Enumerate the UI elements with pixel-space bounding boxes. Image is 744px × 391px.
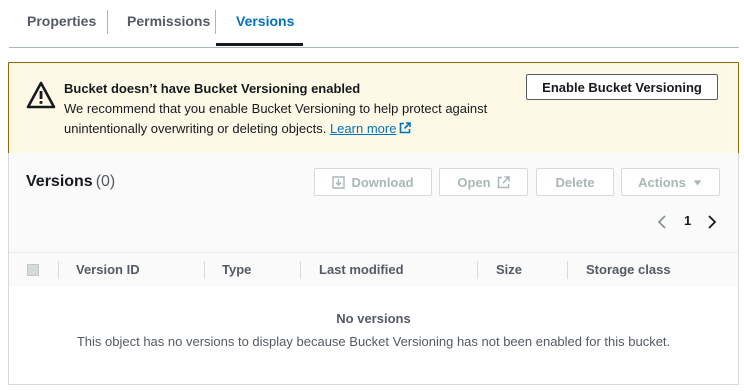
download-button[interactable]: Download [314,168,432,196]
column-version-id[interactable]: Version ID [76,253,140,287]
empty-state-title: No versions [336,311,411,326]
tab-permissions[interactable]: Permissions [127,0,210,46]
learn-more-link[interactable]: Learn more [330,121,412,136]
table-header: Version ID Type Last modified Size Stora… [9,252,738,288]
download-label: Download [351,174,414,190]
active-tab-indicator [216,43,303,46]
versioning-warning-banner: Bucket doesn’t have Bucket Versioning en… [8,62,739,155]
select-all-checkbox[interactable] [27,264,39,276]
empty-state-message: This object has no versions to display b… [76,334,671,349]
open-button[interactable]: Open [439,168,528,196]
column-divider [567,261,568,279]
column-divider [300,261,301,279]
column-size[interactable]: Size [496,253,522,287]
tab-versions[interactable]: Versions [236,0,294,46]
banner-message: We recommend that you enable Bucket Vers… [64,99,504,139]
download-icon [332,175,346,189]
tab-bar: Properties Permissions Versions [9,0,739,48]
open-label: Open [457,174,491,190]
tab-divider [215,10,216,34]
chevron-left-icon[interactable] [657,215,667,229]
versions-heading: Versions (0) [26,173,115,191]
external-link-icon [497,175,510,188]
banner-text: We recommend that you enable Bucket Vers… [64,101,488,136]
caret-down-icon [693,179,702,185]
versions-title: Versions [26,173,93,190]
tab-divider [107,10,108,34]
versions-count: (0) [95,173,116,190]
column-storage-class[interactable]: Storage class [586,253,671,287]
versions-panel: Versions (0) Download Open Delete Actions… [8,153,739,385]
actions-dropdown[interactable]: Actions [621,168,720,196]
banner-title: Bucket doesn’t have Bucket Versioning en… [64,81,361,96]
delete-button[interactable]: Delete [536,168,614,196]
column-divider [58,261,59,279]
pagination: 1 [654,211,724,233]
tab-properties[interactable]: Properties [27,0,96,46]
column-divider [477,261,478,279]
delete-label: Delete [555,174,595,190]
enable-bucket-versioning-button[interactable]: Enable Bucket Versioning [526,74,718,100]
chevron-right-icon[interactable] [707,215,717,229]
current-page[interactable]: 1 [684,213,691,228]
external-link-icon [400,122,412,134]
actions-label: Actions [638,174,686,190]
table-body: No versions This object has no versions … [9,287,738,384]
column-type[interactable]: Type [222,253,251,287]
warning-icon [26,81,56,109]
column-last-modified[interactable]: Last modified [319,253,404,287]
column-divider [204,261,205,279]
